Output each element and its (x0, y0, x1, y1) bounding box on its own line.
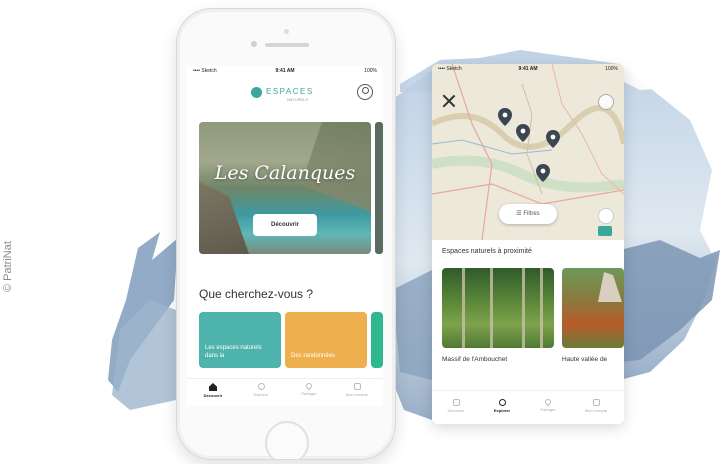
expand-icon[interactable] (598, 94, 614, 110)
tab-explore[interactable]: Explorer (241, 383, 281, 397)
logo-mark-icon (251, 87, 262, 98)
account-icon (353, 383, 361, 390)
tab-label: Mon compte (345, 392, 368, 397)
hero-title: Les Calanques (214, 162, 356, 184)
sensor-dot (284, 29, 289, 34)
discover-button[interactable]: Découvrir (253, 214, 317, 236)
bottom-tab-bar: Découvrir Explorer Partager Mon compte (187, 378, 383, 406)
logo-subtitle: NATURELS (287, 97, 309, 102)
search-icon (498, 399, 506, 406)
home-button[interactable] (265, 421, 309, 459)
profile-icon[interactable] (357, 84, 373, 100)
app-logo: ESPACES NATURELS (251, 84, 321, 102)
tab-account[interactable]: Mon compte (337, 383, 377, 397)
hero-cliff-left (199, 182, 249, 254)
tree-trunk (490, 268, 493, 348)
search-icon (257, 383, 265, 390)
category-card-natural-spaces[interactable]: Les espaces naturels dans la (199, 312, 281, 368)
layer-toggle-button[interactable] (598, 226, 612, 236)
tab-label: Découvrir (447, 408, 465, 413)
earpiece-speaker (265, 43, 309, 47)
hero-next-card[interactable] (375, 122, 383, 254)
category-card-hikes[interactable]: Des randonnées (285, 312, 367, 368)
nearby-card[interactable] (562, 268, 624, 348)
bottom-tab-bar: Découvrir Explorer Partager Mon compte (432, 390, 624, 424)
hero-card[interactable]: Les Calanques Découvrir (199, 122, 371, 254)
rock-formation (598, 272, 622, 302)
tab-label: Explorer (493, 408, 511, 413)
map-view[interactable]: ☰ Filtres (432, 64, 624, 241)
map-pin-icon[interactable] (498, 108, 512, 126)
tab-discover[interactable]: Découvrir (193, 383, 233, 398)
tab-discover[interactable]: Découvrir (436, 399, 476, 413)
tab-share[interactable]: Partager (289, 381, 329, 396)
pin-icon (543, 397, 553, 407)
card-label[interactable]: Massif de l'Ambouchet (442, 356, 507, 363)
map-pin-icon[interactable] (536, 164, 550, 182)
map-pin-icon[interactable] (546, 130, 560, 148)
filter-label: Filtres (523, 211, 540, 217)
tab-label: Mon compte (584, 408, 607, 413)
category-card-next[interactable] (371, 312, 383, 368)
status-bar: •••• Sketch 9:41 AM 100% (432, 64, 624, 74)
account-icon (592, 399, 600, 406)
close-icon[interactable] (442, 94, 456, 108)
home-screen: •••• Sketch 9:41 AM 100% ESPACES NATUREL… (187, 66, 383, 406)
carrier-label: •••• Sketch (193, 68, 217, 74)
battery-label: 100% (605, 66, 618, 72)
home-icon (209, 383, 217, 391)
search-question: Que cherchez-vous ? (199, 287, 314, 301)
status-time: 9:41 AM (275, 68, 295, 74)
explore-screen: ☰ Filtres •••• Sketch 9:41 AM 100% Espac… (432, 64, 624, 424)
carrier-label: •••• Sketch (438, 66, 462, 72)
filter-button[interactable]: ☰ Filtres (499, 204, 557, 224)
tab-account[interactable]: Mon compte (576, 399, 616, 413)
logo-name: ESPACES (266, 87, 314, 96)
category-label: Les espaces naturels dans la (205, 345, 262, 359)
front-camera (251, 41, 257, 47)
tree-trunk (522, 268, 525, 348)
tab-label: Explorer (253, 392, 269, 397)
pin-icon (304, 381, 314, 391)
battery-label: 100% (364, 68, 377, 74)
map-pin-icon[interactable] (516, 124, 530, 142)
locate-icon[interactable] (598, 208, 614, 224)
tree-trunk (462, 268, 465, 348)
tab-share[interactable]: Partager (528, 397, 568, 412)
home-icon (452, 399, 460, 406)
card-label[interactable]: Haute vallée de (562, 356, 607, 363)
category-label: Des randonnées (291, 353, 336, 359)
tree-trunk (540, 268, 543, 348)
tab-label: Partager (301, 391, 317, 396)
nearby-section-title: Espaces naturels à proximité (442, 248, 532, 255)
status-time: 9:41 AM (518, 66, 538, 72)
nearby-card[interactable] (442, 268, 554, 348)
status-bar: •••• Sketch 9:41 AM 100% (187, 66, 383, 76)
tab-label: Partager (540, 407, 556, 412)
tab-label: Découvrir (203, 393, 223, 398)
tab-explore[interactable]: Explorer (482, 399, 522, 413)
copyright-text: © PatriNat (2, 241, 14, 292)
